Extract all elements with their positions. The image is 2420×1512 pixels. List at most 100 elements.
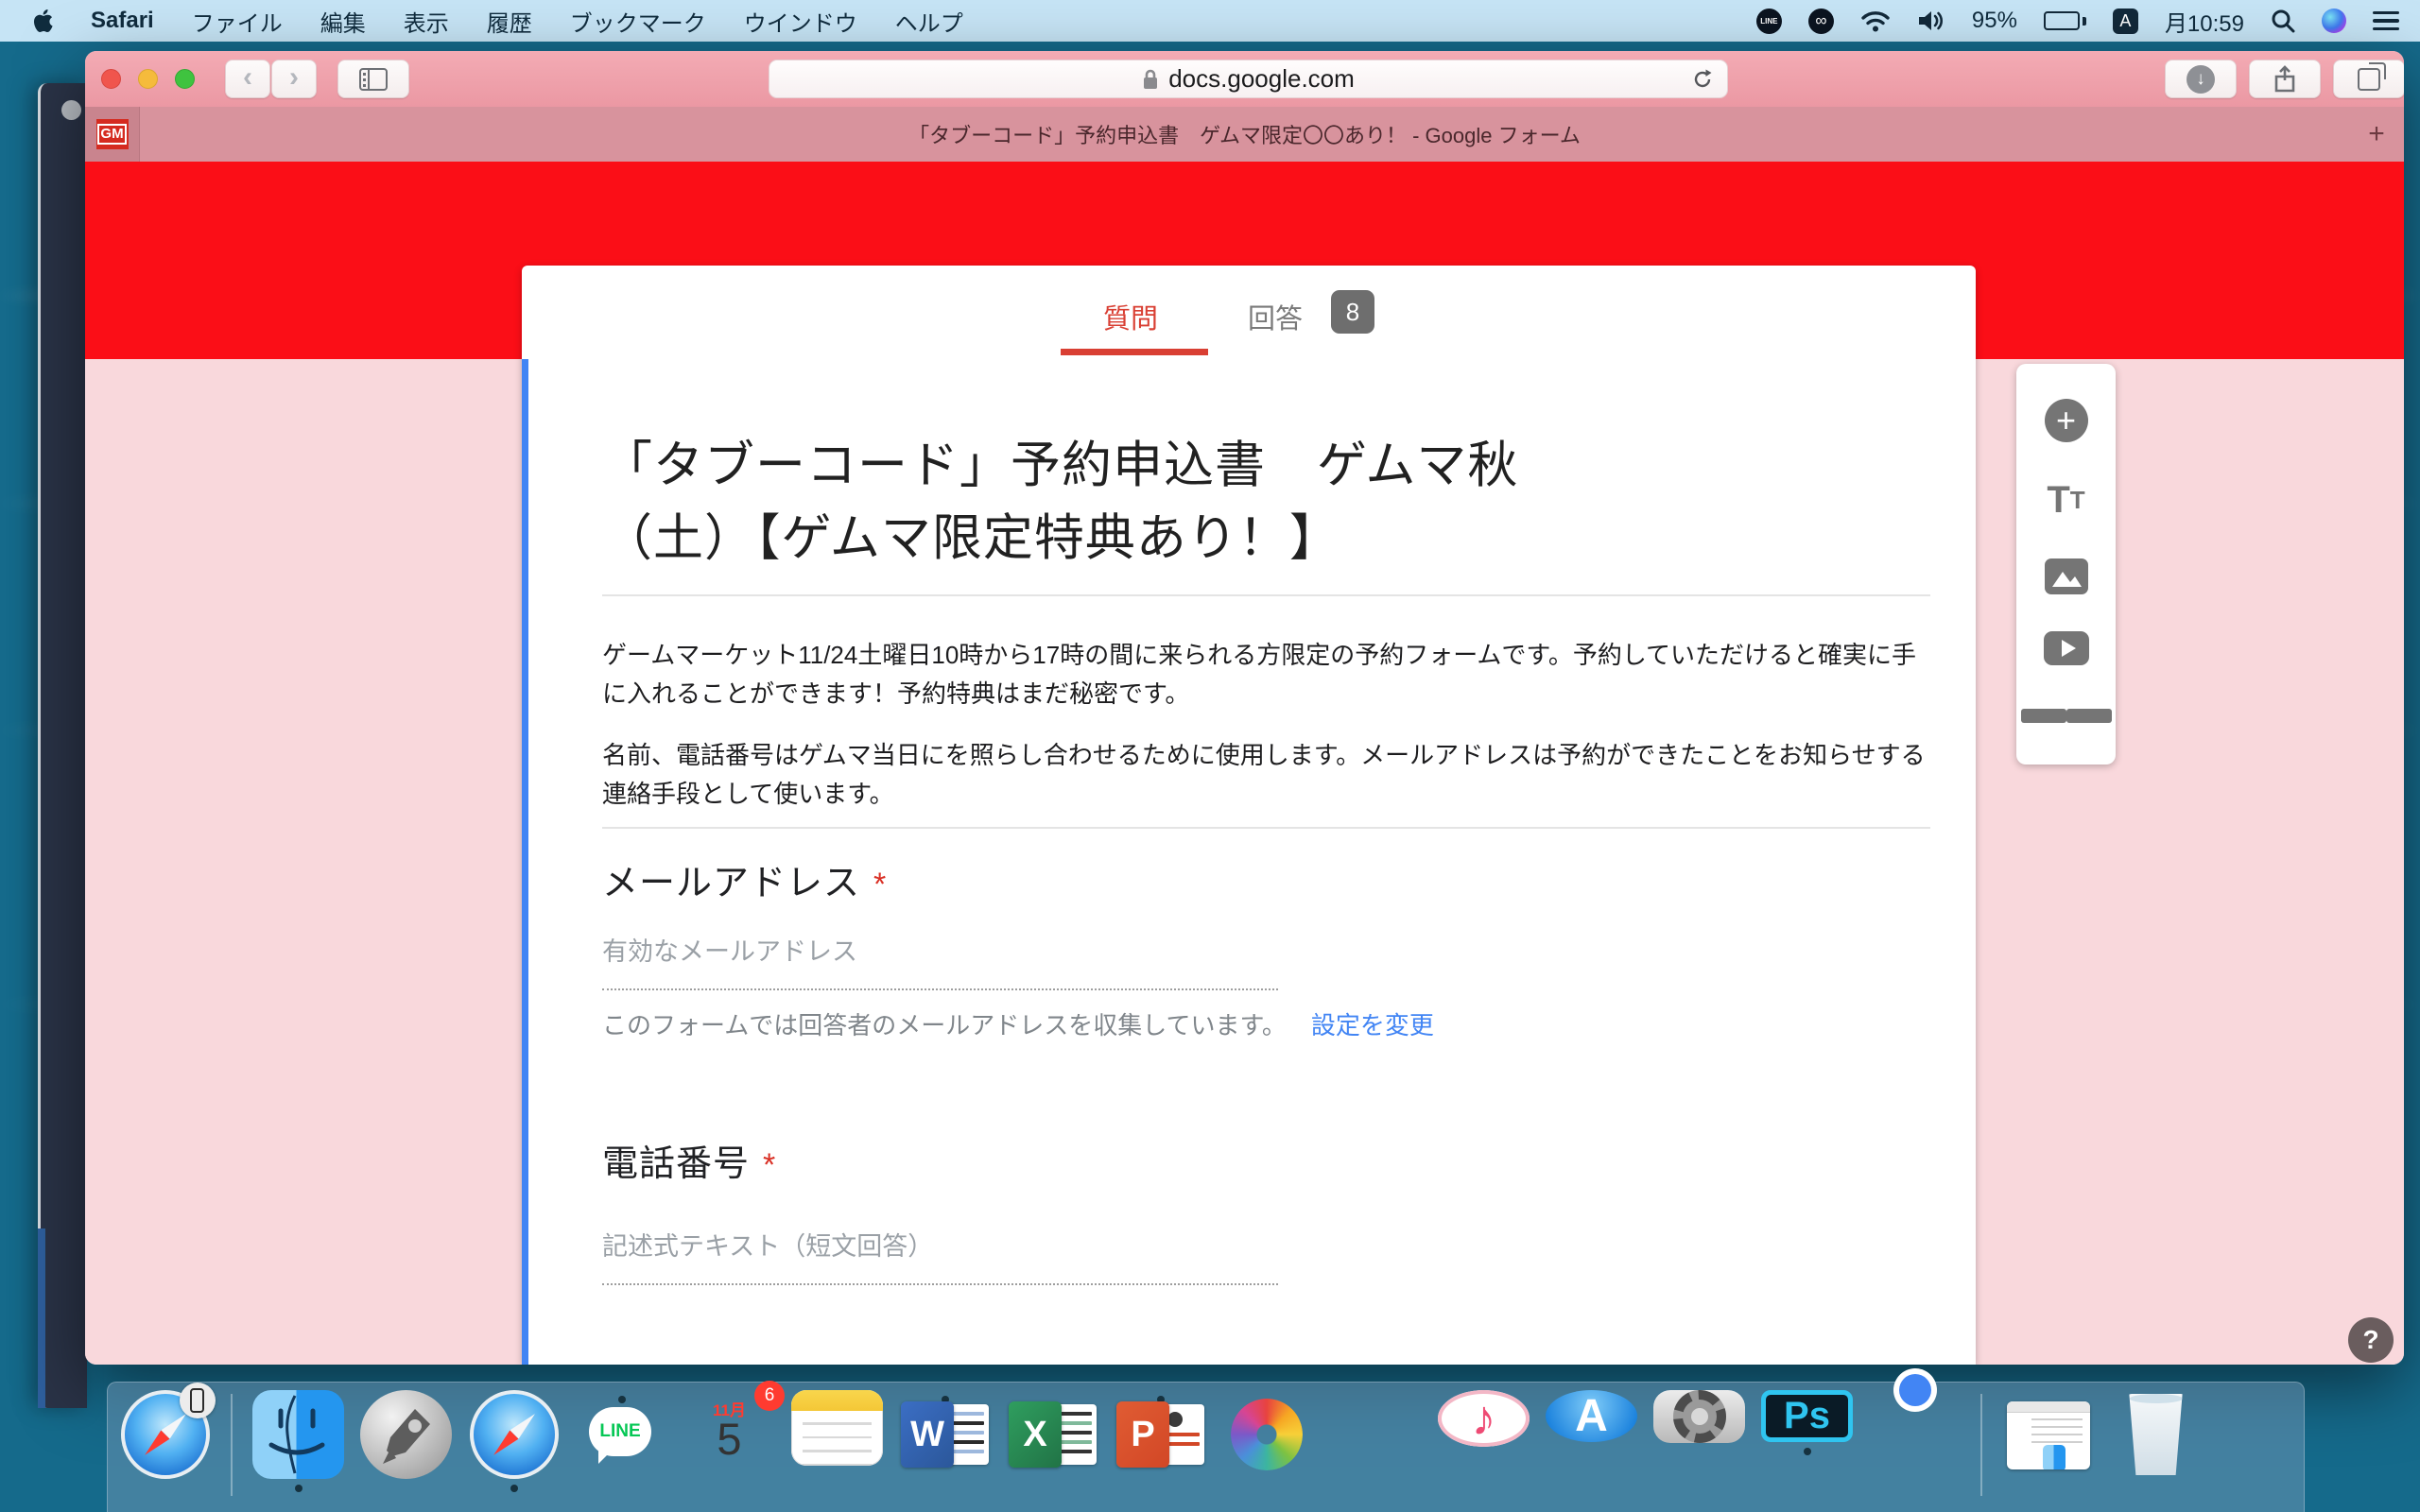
menu-view[interactable]: 表示 xyxy=(404,5,449,38)
tab-bar: GM 「タブーコード」予約申込書 ゲムマ限定〇〇あり！ - Google フォー… xyxy=(85,107,2404,162)
menu-clock[interactable]: 月10:59 xyxy=(2165,5,2244,38)
sidebar-icon xyxy=(359,67,388,91)
dock-item-launchpad[interactable] xyxy=(360,1390,452,1492)
download-icon: ↓ xyxy=(2187,64,2215,94)
iphone-badge-icon xyxy=(179,1383,216,1418)
dock-item-photoshop[interactable]: Ps xyxy=(1761,1390,1853,1455)
battery-icon[interactable] xyxy=(2043,11,2086,30)
notes-icon xyxy=(791,1390,883,1466)
menu-bookmarks[interactable]: ブックマーク xyxy=(570,5,706,38)
required-asterisk: * xyxy=(763,1147,777,1183)
menu-edit[interactable]: 編集 xyxy=(320,5,366,38)
phone-input[interactable]: 記述式テキスト（短文回答） xyxy=(602,1226,1278,1285)
background-window-control xyxy=(61,100,81,120)
add-question-icon[interactable]: + xyxy=(2044,399,2088,443)
minimized-window-icon xyxy=(2006,1401,2090,1469)
dock-divider xyxy=(1980,1394,1982,1496)
editor-toolbar: + TT xyxy=(2016,364,2116,765)
menu-window[interactable]: ウインドウ xyxy=(744,5,857,38)
form-tabs: 質問 回答 8 xyxy=(522,266,1976,359)
share-icon xyxy=(2274,64,2295,92)
help-button[interactable]: ? xyxy=(2348,1317,2394,1363)
change-settings-link[interactable]: 設定を変更 xyxy=(1311,1011,1434,1040)
dock-item-system-preferences[interactable] xyxy=(1653,1390,1745,1456)
zoom-button[interactable] xyxy=(175,69,195,89)
responses-count-badge: 8 xyxy=(1331,290,1374,334)
input-method-icon[interactable]: A xyxy=(2112,8,2138,34)
spotlight-icon[interactable] xyxy=(2271,9,2295,33)
background-window[interactable] xyxy=(38,83,87,1408)
menu-file[interactable]: ファイル xyxy=(192,5,283,38)
dock-item-photos[interactable] xyxy=(1222,1390,1314,1470)
form-description-1[interactable]: ゲームマーケット11/24土曜日10時から17時の間に来られる方限定の予約フォー… xyxy=(602,636,1935,713)
back-button[interactable]: ‹ xyxy=(225,60,270,98)
add-image-icon[interactable] xyxy=(2044,558,2088,594)
tabs-icon xyxy=(2358,61,2386,91)
notification-center-icon[interactable] xyxy=(2373,10,2399,31)
dock-item-trash[interactable] xyxy=(2110,1390,2202,1492)
dock-item-app-store[interactable]: A xyxy=(1546,1390,1637,1455)
add-video-icon[interactable] xyxy=(2043,630,2089,665)
pinned-tab[interactable]: GM xyxy=(85,107,140,162)
line-status-icon[interactable]: LINE xyxy=(1755,8,1782,34)
tab-responses[interactable]: 回答 xyxy=(1248,297,1303,336)
active-tab[interactable]: 「タブーコード」予約申込書 ゲムマ限定〇〇あり！ - Google フォーム xyxy=(140,119,2349,149)
notification-badge: 6 xyxy=(754,1381,785,1411)
sidebar-button[interactable] xyxy=(337,60,409,98)
creative-cloud-icon[interactable]: ∞ xyxy=(1807,8,1834,34)
launchpad-icon xyxy=(360,1390,452,1479)
share-button[interactable] xyxy=(2249,60,2321,98)
tab-questions[interactable]: 質問 xyxy=(1103,297,1158,336)
add-title-text-icon[interactable]: TT xyxy=(2047,479,2084,522)
menu-history[interactable]: 履歴 xyxy=(487,5,532,38)
dock-item-notes[interactable] xyxy=(791,1390,883,1479)
form-title[interactable]: 「タブーコード」予約申込書 ゲムマ秋 （土）【ゲムマ限定特典あり！】 xyxy=(602,430,1859,576)
safari-window: ‹ › docs.google.com ↓ GM 「タブーコード」予約申込書 ゲ… xyxy=(85,51,2404,1365)
dock-item-handoff-safari[interactable] xyxy=(119,1383,216,1492)
divider xyxy=(602,827,1930,829)
dock-item-line[interactable]: LINE xyxy=(576,1390,667,1456)
itunes-icon: ♪ xyxy=(1438,1390,1530,1447)
dock-item-imovie[interactable] xyxy=(1330,1390,1422,1403)
url-text: docs.google.com xyxy=(1168,64,1355,93)
form-card: 質問 回答 8 「タブーコード」予約申込書 ゲムマ秋 （土）【ゲムマ限定特典あり… xyxy=(522,266,1976,1365)
dock-item-finder-window[interactable] xyxy=(2002,1390,2094,1492)
address-bar[interactable]: docs.google.com xyxy=(769,60,1728,98)
apple-menu-icon[interactable] xyxy=(32,9,53,33)
wifi-icon[interactable] xyxy=(1860,9,1891,33)
dock-item-excel[interactable]: X xyxy=(1007,1390,1098,1468)
add-section-icon[interactable] xyxy=(2020,702,2112,730)
dock-item-powerpoint[interactable]: P xyxy=(1115,1390,1206,1468)
reload-icon[interactable] xyxy=(1691,68,1714,91)
phone-question-label[interactable]: 電話番号 * xyxy=(602,1134,776,1186)
show-tabs-button[interactable] xyxy=(2333,60,2404,98)
battery-percent: 95% xyxy=(1971,8,2017,33)
menu-help[interactable]: ヘルプ xyxy=(895,5,963,38)
email-input[interactable]: 有効なメールアドレス xyxy=(602,931,1278,990)
dock-item-calendar[interactable]: 11月 5 6 xyxy=(683,1381,785,1464)
app-store-icon: A xyxy=(1546,1390,1637,1442)
trash-icon xyxy=(2129,1394,2183,1475)
minimize-button[interactable] xyxy=(138,69,158,89)
menu-app-name[interactable]: Safari xyxy=(91,8,154,34)
new-tab-button[interactable]: + xyxy=(2349,118,2404,150)
dock-item-chrome[interactable] xyxy=(1869,1390,1961,1403)
menu-bar: Safari ファイル 編集 表示 履歴 ブックマーク ウインドウ ヘルプ LI… xyxy=(0,0,2420,42)
form-description-2[interactable]: 名前、電話番号はゲムマ当日にを照らし合わせるために使用します。メールアドレスは予… xyxy=(602,736,1935,814)
email-question-label[interactable]: メールアドレス * xyxy=(602,853,887,905)
finder-icon xyxy=(252,1390,344,1479)
dock-item-itunes[interactable]: ♪ xyxy=(1438,1390,1530,1460)
dock-item-word[interactable]: W xyxy=(899,1390,991,1468)
dock-item-safari[interactable] xyxy=(468,1390,560,1492)
dock-divider xyxy=(231,1394,233,1496)
close-button[interactable] xyxy=(101,69,121,89)
page-content: 質問 回答 8 「タブーコード」予約申込書 ゲムマ秋 （土）【ゲムマ限定特典あり… xyxy=(85,162,2404,1365)
downloads-button[interactable]: ↓ xyxy=(2165,60,2237,98)
selected-section-indicator xyxy=(522,359,528,1365)
volume-icon[interactable] xyxy=(1917,9,1945,33)
forward-button[interactable]: › xyxy=(271,60,317,98)
siri-icon[interactable] xyxy=(2322,9,2346,33)
dock-item-finder[interactable] xyxy=(252,1390,344,1492)
gm-favicon: GM xyxy=(95,119,129,149)
required-asterisk: * xyxy=(873,867,888,902)
